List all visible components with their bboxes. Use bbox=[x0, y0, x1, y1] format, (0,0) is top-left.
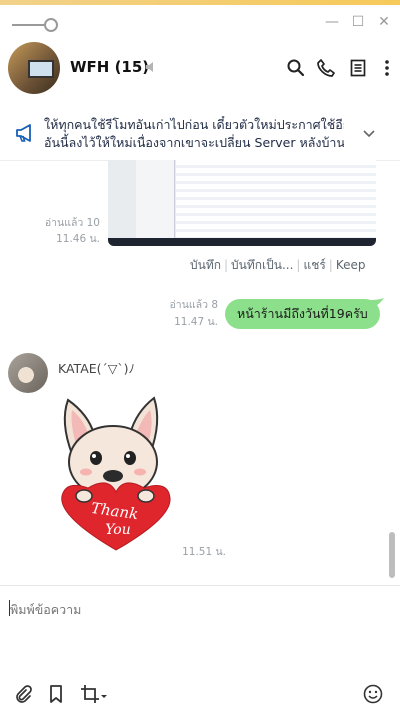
chat-header: WFH (15) bbox=[0, 38, 400, 98]
announcement-text: ให้ทุกคนใช้รีโมทอันเก่าไปก่อน เดี๋ยวตัวใ… bbox=[44, 116, 344, 152]
image-timestamp: 11.46 น. bbox=[56, 233, 100, 245]
screenshot-crop-icon[interactable] bbox=[80, 684, 100, 704]
title-bar: — ☐ ✕ bbox=[0, 5, 400, 37]
sender-name: KATAE(´▽`)ﾉ bbox=[58, 361, 135, 376]
group-avatar[interactable] bbox=[8, 42, 60, 94]
chevron-down-icon[interactable] bbox=[362, 126, 376, 140]
notes-icon[interactable] bbox=[348, 58, 368, 78]
message-list: อ่านแล้ว 10 11.46 น. บันทึก | บันทึกเป็น..… bbox=[0, 160, 400, 585]
search-icon[interactable] bbox=[286, 58, 306, 78]
mute-icon bbox=[146, 62, 153, 72]
chevron-down-icon[interactable] bbox=[100, 684, 108, 704]
outgoing-read-status: อ่านแล้ว 8 bbox=[169, 299, 219, 311]
message-input[interactable] bbox=[8, 596, 392, 622]
sender-avatar[interactable] bbox=[8, 353, 48, 393]
megaphone-icon bbox=[16, 124, 31, 142]
bubble-tail bbox=[370, 298, 384, 310]
composer bbox=[0, 585, 400, 712]
sticker-text-you: You bbox=[105, 522, 130, 538]
scrollbar-thumb[interactable] bbox=[389, 532, 395, 578]
maximize-button[interactable]: ☐ bbox=[350, 14, 366, 30]
save-button[interactable]: บันทึก bbox=[190, 258, 221, 272]
image-action-bar: บันทึก | บันทึกเป็น... | แชร์ | Keep bbox=[190, 258, 366, 272]
thank-you-dog-sticker[interactable]: Thank You bbox=[58, 392, 174, 552]
bookmark-icon[interactable] bbox=[46, 684, 66, 704]
outgoing-timestamp: 11.47 น. bbox=[174, 316, 218, 328]
close-button[interactable]: ✕ bbox=[376, 14, 392, 30]
group-title[interactable]: WFH (15) bbox=[70, 58, 149, 76]
call-icon[interactable] bbox=[316, 58, 336, 78]
minimize-button[interactable]: — bbox=[324, 14, 340, 30]
opacity-slider-track[interactable] bbox=[12, 24, 46, 26]
share-button[interactable]: แชร์ bbox=[303, 258, 325, 272]
keep-button[interactable]: Keep bbox=[336, 258, 366, 272]
announcement-banner[interactable]: ให้ทุกคนใช้รีโมทอันเก่าไปก่อน เดี๋ยวตัวใ… bbox=[0, 110, 400, 161]
opacity-slider-knob[interactable] bbox=[44, 18, 58, 32]
announcement-line-2: อันนี้ลงไว้ให้ใหม่เนื่องจากเขาจะเปลี่ยน … bbox=[44, 135, 344, 150]
announcement-line-1: ให้ทุกคนใช้รีโมทอันเก่าไปก่อน เดี๋ยวตัวใ… bbox=[44, 117, 344, 132]
save-as-button[interactable]: บันทึกเป็น... bbox=[231, 258, 293, 272]
more-menu-icon[interactable] bbox=[377, 58, 397, 78]
image-read-status: อ่านแล้ว 10 bbox=[44, 217, 100, 229]
emoji-icon[interactable] bbox=[363, 684, 383, 704]
sticker-timestamp: 11.51 น. bbox=[182, 546, 226, 558]
outgoing-message-bubble[interactable]: หน้าร้านมีถึงวันที่19ครับ bbox=[225, 299, 380, 329]
paperclip-icon[interactable] bbox=[13, 684, 33, 704]
image-message[interactable] bbox=[108, 160, 376, 246]
